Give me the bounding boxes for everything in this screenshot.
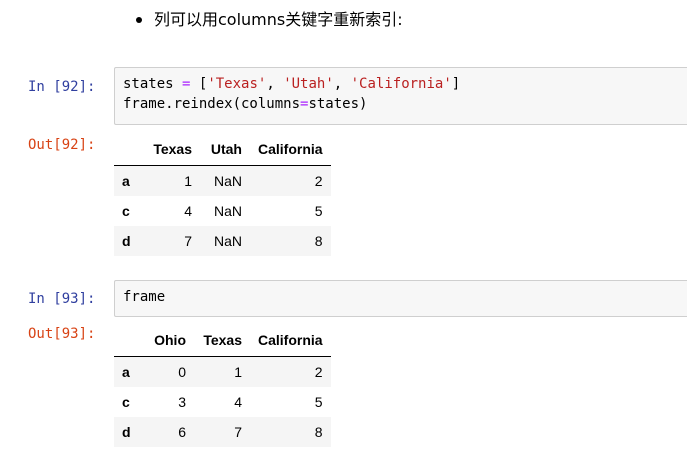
output-prompt-92: Out[92]:	[28, 137, 96, 153]
code-token: frame.reindex(columns	[123, 96, 301, 112]
code-token: ]	[451, 76, 461, 92]
code-input-92[interactable]: states = ['Texas', 'Utah', 'California']…	[114, 67, 687, 125]
table-cell: 6	[178, 424, 186, 440]
table-cell: 7	[234, 424, 242, 440]
dataframe-output-92: Texas Utah California a 1 NaN 2 c 4 NaN …	[114, 133, 331, 256]
code-token: frame	[123, 289, 166, 305]
code-token: states)	[308, 96, 368, 112]
row-index: c	[122, 203, 130, 219]
table-cell: 7	[184, 233, 192, 249]
row-index: d	[122, 424, 131, 440]
row-index: d	[122, 233, 131, 249]
column-header: Ohio	[144, 324, 194, 357]
table-row: a 1 NaN 2	[114, 165, 331, 196]
code-token: [	[190, 76, 208, 92]
table-cell: 0	[178, 364, 186, 380]
table-header-row: Ohio Texas California	[114, 324, 331, 357]
column-header: California	[250, 133, 331, 166]
output-prompt-93: Out[93]:	[28, 326, 96, 342]
code-input-93[interactable]: frame	[114, 280, 687, 317]
code-string: 'Utah'	[283, 76, 334, 92]
table-cell: 4	[234, 394, 242, 410]
bullet-dot-icon	[136, 17, 142, 23]
table-cell: 8	[314, 233, 323, 249]
table-cell: 2	[314, 173, 323, 189]
table-cell: 4	[184, 203, 192, 219]
table-cell: 5	[314, 203, 323, 219]
table-cell: NaN	[213, 173, 242, 189]
table-row: c 4 NaN 5	[114, 196, 331, 226]
code-token: ,	[266, 76, 284, 92]
table-cell: 8	[314, 424, 323, 440]
code-string: 'California'	[350, 76, 452, 92]
table-cell: 5	[314, 394, 323, 410]
index-header	[114, 324, 144, 357]
column-header: Texas	[144, 133, 200, 166]
table-header-row: Texas Utah California	[114, 133, 331, 166]
index-header	[114, 133, 144, 166]
bullet-text: 列可以用columns关键字重新索引:	[154, 10, 403, 29]
code-token: states	[123, 76, 183, 92]
table-row: a 0 1 2	[114, 356, 331, 387]
table-cell: 1	[234, 364, 242, 380]
row-index: c	[122, 394, 130, 410]
input-prompt-92: In [92]:	[28, 79, 96, 95]
column-header: California	[250, 324, 331, 357]
column-header: Texas	[194, 324, 250, 357]
table-cell: NaN	[213, 233, 242, 249]
dataframe-output-93: Ohio Texas California a 0 1 2 c 3 4 5 d …	[114, 324, 331, 447]
table-row: d 6 7 8	[114, 417, 331, 447]
table-cell: 1	[184, 173, 192, 189]
table-row: c 3 4 5	[114, 387, 331, 417]
code-string: 'Texas'	[207, 76, 267, 92]
row-index: a	[122, 173, 130, 189]
table-cell: 2	[314, 364, 323, 380]
code-token: ,	[333, 76, 351, 92]
table-row: d 7 NaN 8	[114, 226, 331, 256]
input-prompt-93: In [93]:	[28, 291, 96, 307]
markdown-bullet: 列可以用columns关键字重新索引:	[136, 9, 403, 31]
table-cell: NaN	[213, 203, 242, 219]
row-index: a	[122, 364, 130, 380]
table-cell: 3	[178, 394, 186, 410]
column-header: Utah	[200, 133, 250, 166]
